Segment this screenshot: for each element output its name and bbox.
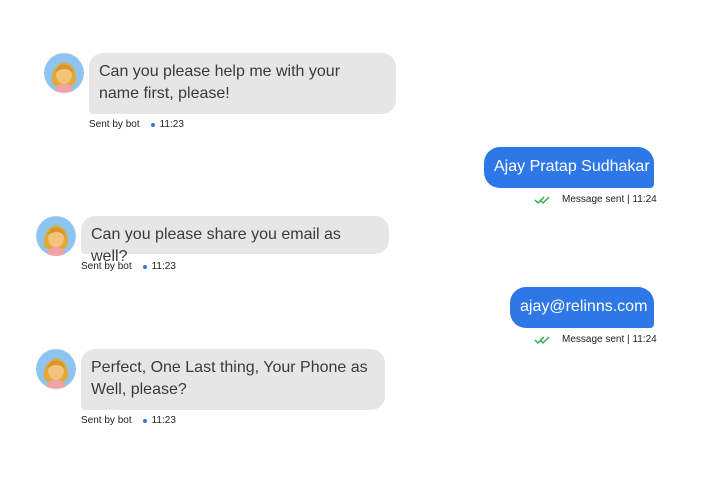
avatar-icon <box>36 216 76 256</box>
bot-message: Perfect, One Last thing, Your Phone as W… <box>81 349 385 410</box>
sender-label: Sent by bot <box>89 119 140 130</box>
separator-dot <box>142 264 147 269</box>
bot-message-meta: Sent by bot 11:23 <box>89 119 184 130</box>
double-check-icon <box>534 336 550 344</box>
bot-message-text: Perfect, One Last thing, Your Phone as W… <box>91 359 368 398</box>
bot-message-text: Can you please help me with your name fi… <box>99 63 341 102</box>
user-message-text: Ajay Pratap Sudhakar <box>494 158 650 175</box>
bot-message-text: Can you please share you email as well? <box>91 226 341 265</box>
bot-message: Can you please share you email as well? <box>81 216 389 265</box>
sender-label: Sent by bot <box>81 415 132 426</box>
sender-label: Sent by bot <box>81 261 132 272</box>
bot-avatar <box>44 53 84 93</box>
avatar-icon <box>44 53 84 93</box>
bot-message: Can you please help me with your name fi… <box>89 53 396 114</box>
message-time: 11:23 <box>151 415 176 426</box>
message-time: 11:23 <box>159 119 184 130</box>
avatar-icon <box>36 349 76 389</box>
bot-message-meta: Sent by bot 11:23 <box>81 415 176 426</box>
user-message-meta: Message sent | 11:24 <box>534 334 657 345</box>
separator-dot <box>150 122 155 127</box>
user-message-text: ajay@relinns.com <box>520 298 648 315</box>
message-status: Message sent | 11:24 <box>562 194 657 205</box>
message-status: Message sent | 11:24 <box>562 334 657 345</box>
user-message: Ajay Pratap Sudhakar <box>484 147 654 188</box>
separator-dot <box>142 418 147 423</box>
user-message: ajay@relinns.com <box>510 287 654 328</box>
bot-avatar <box>36 216 76 256</box>
message-time: 11:23 <box>151 261 176 272</box>
user-message-meta: Message sent | 11:24 <box>534 194 657 205</box>
bot-avatar <box>36 349 76 389</box>
bot-message-meta: Sent by bot 11:23 <box>81 261 176 272</box>
double-check-icon <box>534 196 550 204</box>
